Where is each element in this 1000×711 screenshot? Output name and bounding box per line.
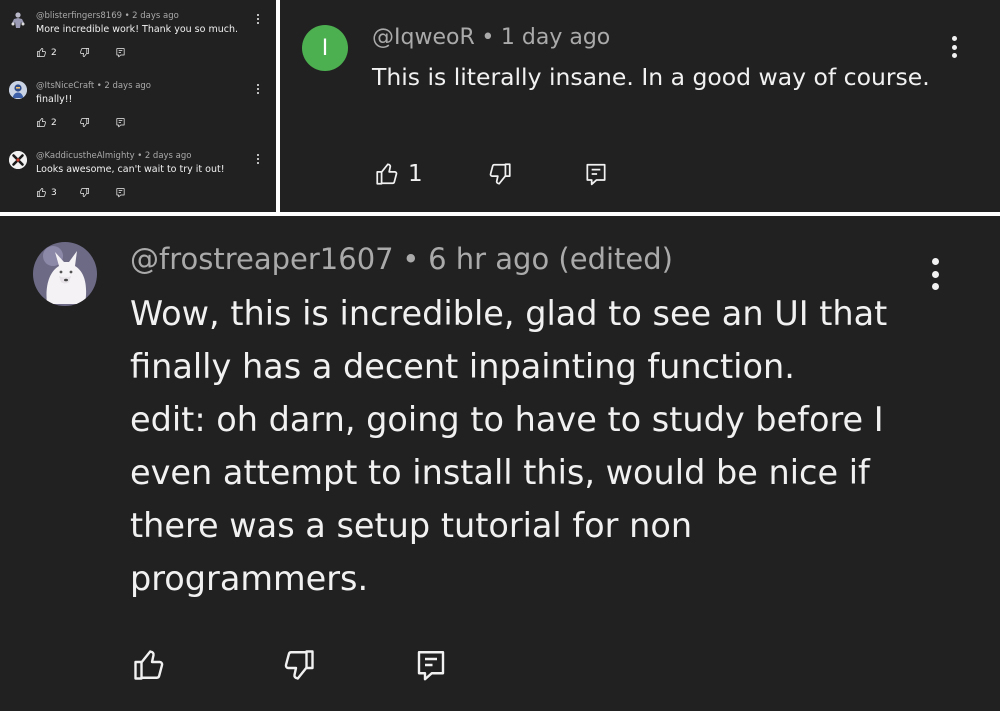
thumbs-up-icon	[36, 117, 47, 128]
reply-icon	[115, 187, 126, 198]
comment-actions: 2	[36, 47, 126, 58]
comment-author[interactable]: @blisterfingers8169	[36, 11, 122, 21]
comment-actions: 3	[36, 187, 126, 198]
comment-line: Wow, this is incredible, glad to see an …	[130, 294, 888, 333]
thumbs-down-icon	[79, 187, 90, 198]
thumbs-down-icon	[487, 161, 513, 187]
comment-actions: 1	[374, 161, 609, 187]
comment-meta: @KaddicustheAlmighty • 2 days ago	[36, 151, 192, 161]
comment-actions: 2	[36, 117, 126, 128]
like-count: 3	[51, 187, 57, 198]
comment-actions	[131, 647, 449, 683]
comment-panel-large: @frostreaper1607 • 6 hr ago (edited) Wow, …	[0, 216, 1000, 711]
more-vertical-icon[interactable]	[951, 36, 957, 58]
like-button[interactable]: 2	[36, 117, 57, 128]
separator-dot: •	[481, 25, 495, 50]
dislike-button[interactable]	[79, 117, 90, 128]
comment-time[interactable]: 2 days ago	[145, 151, 192, 161]
thumbs-down-icon	[79, 47, 90, 58]
reply-button[interactable]	[115, 47, 126, 58]
reply-icon	[115, 47, 126, 58]
like-count: 2	[51, 117, 57, 128]
comment-panel-small: @blisterfingers8169 • 2 days ago More incr…	[0, 0, 276, 212]
comment-text: Looks awesome, can't wait to try it out!	[36, 164, 225, 175]
comment-text: Wow, this is incredible, glad to see an …	[130, 287, 960, 605]
comment-time[interactable]: 1 day ago	[501, 25, 610, 50]
thumbs-up-icon	[36, 47, 47, 58]
comment-item: I @IqweoR • 1 day ago This is literally in…	[280, 0, 1000, 212]
separator-dot: •	[96, 81, 102, 91]
comment-meta: @frostreaper1607 • 6 hr ago (edited)	[130, 242, 673, 276]
letter-avatar[interactable]: I	[302, 25, 348, 71]
reply-icon	[413, 647, 449, 683]
comment-text: More incredible work! Thank you so much.	[36, 24, 239, 35]
reply-button[interactable]	[115, 187, 126, 198]
comment-line: finally has a decent inpainting function…	[130, 347, 795, 386]
more-vertical-icon[interactable]	[256, 14, 260, 24]
blue-character-avatar-icon[interactable]	[9, 81, 27, 99]
reply-icon	[115, 117, 126, 128]
comment-item: @ItsNiceCraft • 2 days ago finally!! 2	[0, 81, 276, 137]
comment-meta: @blisterfingers8169 • 2 days ago	[36, 11, 179, 21]
reply-icon	[583, 161, 609, 187]
separator-dot: •	[137, 151, 143, 161]
more-vertical-icon[interactable]	[256, 154, 260, 164]
comment-time[interactable]: 2 days ago	[132, 11, 179, 21]
thumbs-up-icon	[36, 187, 47, 198]
white-wolf-avatar-icon[interactable]	[33, 242, 97, 306]
more-vertical-icon[interactable]	[256, 84, 260, 94]
thumbs-up-icon	[131, 647, 167, 683]
comment-text: This is literally insane. In a good way …	[372, 63, 930, 91]
x-badge-avatar-icon[interactable]	[9, 151, 27, 169]
separator-dot: •	[402, 242, 420, 276]
comment-time[interactable]: 2 days ago	[104, 81, 151, 91]
dislike-button[interactable]	[79, 47, 90, 58]
comment-meta: @IqweoR • 1 day ago	[372, 25, 610, 50]
comment-line: even attempt to install this, would be n…	[130, 453, 870, 492]
dislike-button[interactable]	[281, 647, 317, 683]
like-button[interactable]: 3	[36, 187, 57, 198]
more-vertical-icon[interactable]	[931, 258, 939, 290]
reply-button[interactable]	[115, 117, 126, 128]
comment-item: @blisterfingers8169 • 2 days ago More incr…	[0, 11, 276, 67]
separator-dot: •	[124, 11, 130, 21]
figure-avatar-icon[interactable]	[9, 11, 27, 29]
comment-time[interactable]: 6 hr ago (edited)	[428, 242, 673, 276]
comment-panel-medium: I @IqweoR • 1 day ago This is literally in…	[280, 0, 1000, 212]
avatar-letter: I	[321, 35, 329, 61]
comment-text: finally!!	[36, 94, 73, 105]
like-count: 2	[51, 47, 57, 58]
like-count: 1	[408, 161, 423, 187]
comment-author[interactable]: @ItsNiceCraft	[36, 81, 94, 91]
like-button[interactable]	[131, 647, 167, 683]
comment-author[interactable]: @KaddicustheAlmighty	[36, 151, 135, 161]
comment-item: @frostreaper1607 • 6 hr ago (edited) Wow, …	[0, 216, 1000, 711]
comment-line: edit: oh darn, going to have to study be…	[130, 400, 884, 439]
dislike-button[interactable]	[79, 187, 90, 198]
thumbs-down-icon	[79, 117, 90, 128]
dislike-button[interactable]	[487, 161, 513, 187]
comment-author[interactable]: @IqweoR	[372, 25, 475, 50]
like-button[interactable]: 2	[36, 47, 57, 58]
reply-button[interactable]	[583, 161, 609, 187]
comment-line: programmers.	[130, 559, 369, 598]
comment-meta: @ItsNiceCraft • 2 days ago	[36, 81, 151, 91]
like-button[interactable]: 1	[374, 161, 423, 187]
comment-author[interactable]: @frostreaper1607	[130, 242, 394, 276]
thumbs-down-icon	[281, 647, 317, 683]
comment-line: there was a setup tutorial for non	[130, 506, 693, 545]
reply-button[interactable]	[413, 647, 449, 683]
comment-item: @KaddicustheAlmighty • 2 days ago Looks aw…	[0, 151, 276, 207]
thumbs-up-icon	[374, 161, 400, 187]
